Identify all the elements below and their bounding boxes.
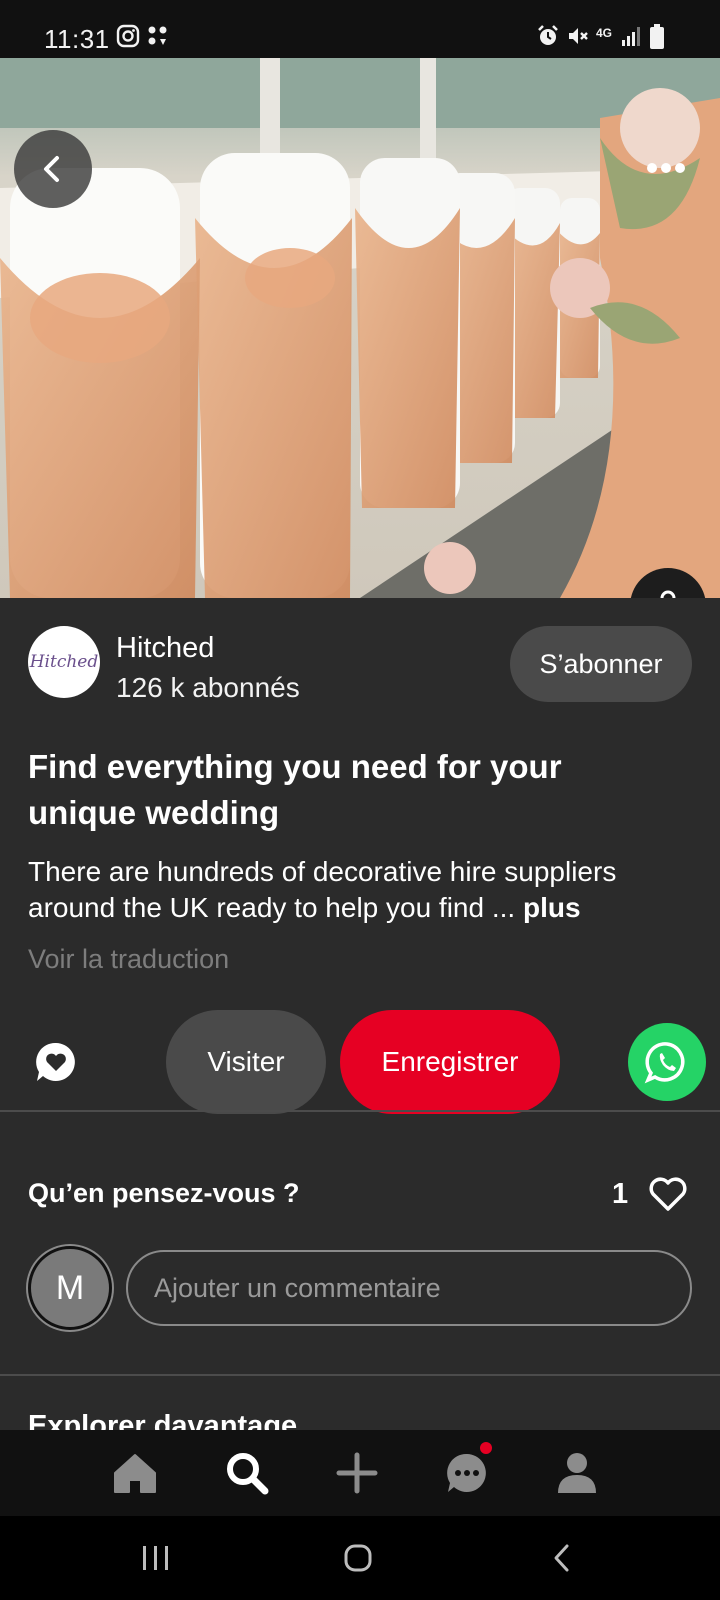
divider [0,1110,720,1112]
search-icon [227,1453,269,1495]
explore-heading: Explorer davantage [28,1410,298,1430]
pin-details: Hitched Hitched 126 k abonnés S’abonner … [0,598,720,1430]
recents-icon [143,1546,168,1570]
comment-heart-icon[interactable] [34,1040,78,1084]
pin-title: Find everything you need for your unique… [28,748,562,831]
profile-icon [558,1453,596,1493]
signal-icon [622,27,640,46]
visit-button[interactable]: Visiter [166,1010,326,1114]
follow-button[interactable]: S’abonner [510,626,692,702]
chevron-left-icon [44,156,59,182]
network-label: 4G [596,26,613,40]
recents-button[interactable] [134,1536,178,1580]
whatsapp-icon [644,1042,685,1084]
status-time: 11:31 [44,24,110,54]
action-row: Visiter Enregistrer [0,1010,720,1114]
like-count: 1 [612,1178,629,1210]
more-options-button[interactable] [628,130,704,206]
comment-input[interactable]: Ajouter un commentaire [126,1250,692,1326]
more-link[interactable]: plus [523,892,581,923]
notification-icon [148,26,167,45]
nav-profile[interactable] [550,1446,604,1500]
battery-icon [650,24,664,49]
mute-icon [569,28,588,44]
creator-name[interactable]: Hitched [116,632,214,665]
creator-followers: 126 k abonnés [116,672,300,703]
nav-search[interactable] [220,1446,274,1500]
nav-messages[interactable] [440,1442,494,1500]
notification-dot [480,1442,492,1454]
back-system-button[interactable] [540,1536,584,1580]
wedding-chairs-photo [0,58,720,598]
nav-create[interactable] [330,1446,384,1500]
home-system-button[interactable] [336,1536,380,1580]
user-avatar[interactable]: M [28,1246,112,1330]
instagram-icon [116,24,140,48]
home-icon [114,1454,156,1493]
home-circle-icon [344,1544,372,1572]
back-button[interactable] [14,130,92,208]
translate-link[interactable]: Voir la traduction [28,944,229,975]
plus-icon [336,1452,378,1494]
creator-logo-text: Hitched [29,652,99,672]
shopping-bag-icon [660,590,676,598]
divider [0,1374,720,1376]
more-dots-icon [647,163,685,173]
system-navigation [0,1516,720,1600]
pin-description: There are hundreds of decorative hire su… [28,854,688,926]
creator-avatar[interactable]: Hitched [28,626,100,698]
heart-icon[interactable] [648,1176,688,1212]
back-icon [554,1544,569,1572]
messages-icon [447,1453,486,1492]
alarm-icon [538,25,558,45]
whatsapp-share-button[interactable] [628,1023,706,1101]
save-button[interactable]: Enregistrer [340,1010,560,1114]
bottom-navigation [0,1430,720,1516]
nav-home[interactable] [108,1446,162,1500]
status-bar: 11:31 4G [0,0,720,58]
comments-heading: Qu’en pensez-vous ? [28,1178,300,1208]
pin-image[interactable] [0,58,720,598]
